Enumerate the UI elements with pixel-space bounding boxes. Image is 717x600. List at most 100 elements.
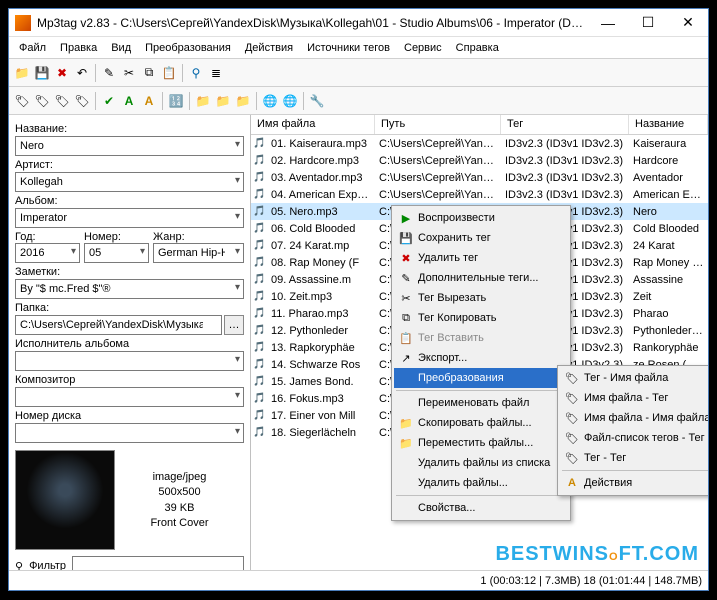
playlist-icon[interactable]: ≣ xyxy=(207,64,225,82)
sm-filename-tag[interactable]: 🏷Имя файла - Тег xyxy=(560,388,708,408)
col-title[interactable]: Название xyxy=(629,115,708,134)
browse-folder-button[interactable]: … xyxy=(224,315,244,335)
cm-more-tags[interactable]: ✎Дополнительные теги... xyxy=(394,268,568,288)
save-icon[interactable]: 💾 xyxy=(33,64,51,82)
table-row[interactable]: 🎵02. Hardcore.mp3C:\Users\Сергей\Yande..… xyxy=(251,152,708,169)
tb-icon[interactable]: ✔ xyxy=(100,92,118,110)
sm-actions[interactable]: AДействия▶ xyxy=(560,473,708,493)
app-icon xyxy=(15,15,31,31)
albumartist-label: Исполнитель альбома xyxy=(15,338,244,350)
menu-Действия[interactable]: Действия xyxy=(239,40,299,56)
filter-input[interactable] xyxy=(72,556,244,570)
cm-play[interactable]: ▶Воспроизвести xyxy=(394,208,568,228)
tb-icon[interactable]: A xyxy=(140,92,158,110)
menu-Вид[interactable]: Вид xyxy=(105,40,137,56)
menu-Справка[interactable]: Справка xyxy=(450,40,505,56)
paste-icon[interactable]: 📋 xyxy=(160,64,178,82)
cm-delete-files[interactable]: Удалить файлы... xyxy=(394,473,568,493)
status-text: 1 (00:03:12 | 7.3MB) 18 (01:01:44 | 148.… xyxy=(480,575,702,587)
artist-field[interactable] xyxy=(15,172,244,192)
album-field[interactable] xyxy=(15,208,244,228)
notes-field[interactable] xyxy=(15,279,244,299)
album-label: Альбом: xyxy=(15,195,244,207)
audio-icon: 🎵 xyxy=(251,359,267,370)
file-list: Имя файла Путь Тег Название 🎵01. Kaisera… xyxy=(251,115,708,570)
cm-remove-from-list[interactable]: Удалить файлы из списка xyxy=(394,453,568,473)
cell-tag: ID3v2.3 (ID3v1 ID3v2.3) xyxy=(501,172,629,184)
menu-Файл[interactable]: Файл xyxy=(13,40,52,56)
cell-tag: ID3v2.3 (ID3v1 ID3v2.3) xyxy=(501,138,629,150)
tb-icon[interactable]: 📁 xyxy=(234,92,252,110)
folder-field[interactable] xyxy=(15,315,222,335)
tb-icon[interactable]: 🌐 xyxy=(281,92,299,110)
tb-icon[interactable]: 🏷 xyxy=(33,92,51,110)
tb-icon[interactable]: 📁 xyxy=(194,92,212,110)
tb-icon[interactable]: 🏷 xyxy=(13,92,31,110)
cut-icon[interactable]: ✂ xyxy=(120,64,138,82)
menu-Сервис[interactable]: Сервис xyxy=(398,40,448,56)
composer-label: Композитор xyxy=(15,374,244,386)
cell-filename: 03. Aventador.mp3 xyxy=(267,172,375,184)
cm-export[interactable]: ↗Экспорт... xyxy=(394,348,568,368)
cm-properties[interactable]: Свойства... xyxy=(394,498,568,518)
menu-Правка[interactable]: Правка xyxy=(54,40,103,56)
table-row[interactable]: 🎵03. Aventador.mp3C:\Users\Сергей\Yande.… xyxy=(251,169,708,186)
filter-icon[interactable]: ⚲ xyxy=(187,64,205,82)
cm-save-tag[interactable]: 💾Сохранить тег xyxy=(394,228,568,248)
cell-filename: 12. Pythonleder xyxy=(267,325,375,337)
settings-icon[interactable]: 🔧 xyxy=(308,92,326,110)
watermark: BESTWINSOFT.COM xyxy=(495,543,699,566)
export-icon: ↗ xyxy=(398,352,414,365)
audio-icon: 🎵 xyxy=(251,206,267,217)
disc-field[interactable] xyxy=(15,423,244,443)
sm-tag-filename[interactable]: 🏷Тег - Имя файла xyxy=(560,368,708,388)
delete-tag-icon[interactable]: ✖ xyxy=(53,64,71,82)
undo-icon[interactable]: ↶ xyxy=(73,64,91,82)
col-tag[interactable]: Тег xyxy=(501,115,629,134)
minimize-button[interactable]: — xyxy=(588,9,628,37)
track-field[interactable] xyxy=(84,243,149,263)
maximize-button[interactable]: ☐ xyxy=(628,9,668,37)
open-folder-icon[interactable]: 📁 xyxy=(13,64,31,82)
table-row[interactable]: 🎵04. American Express (F...C:\Users\Серг… xyxy=(251,186,708,203)
composer-field[interactable] xyxy=(15,387,244,407)
cover-image[interactable] xyxy=(15,450,115,550)
col-path[interactable]: Путь xyxy=(375,115,501,134)
menu-Преобразования[interactable]: Преобразования xyxy=(139,40,237,56)
cm-cut[interactable]: ✂Тег Вырезать xyxy=(394,288,568,308)
sm-filelist-tag[interactable]: 🏷Файл-список тегов - Тег xyxy=(560,428,708,448)
delete-icon: ✖ xyxy=(398,252,414,265)
statusbar: 1 (00:03:12 | 7.3MB) 18 (01:01:44 | 148.… xyxy=(9,570,708,590)
close-button[interactable]: ✕ xyxy=(668,9,708,37)
cm-rename[interactable]: Переименовать файл xyxy=(394,393,568,413)
cm-delete-tag[interactable]: ✖Удалить тег xyxy=(394,248,568,268)
tb-icon[interactable]: 📁 xyxy=(214,92,232,110)
genre-field[interactable] xyxy=(153,243,244,263)
year-field[interactable] xyxy=(15,243,80,263)
tb-icon[interactable]: 🏷 xyxy=(73,92,91,110)
cm-move-files[interactable]: 📁Переместить файлы... xyxy=(394,433,568,453)
menu-Источники тегов[interactable]: Источники тегов xyxy=(301,40,396,56)
audio-icon: 🎵 xyxy=(251,410,267,421)
tb-icon[interactable]: A xyxy=(120,92,138,110)
sm-filename-filename[interactable]: 🏷Имя файла - Имя файла xyxy=(560,408,708,428)
sm-tag-tag[interactable]: 🏷Тег - Тег xyxy=(560,448,708,468)
cell-title: Cold Blooded xyxy=(629,223,708,235)
name-field[interactable] xyxy=(15,136,244,156)
tb-icon[interactable]: 🔢 xyxy=(167,92,185,110)
albumartist-field[interactable] xyxy=(15,351,244,371)
tb-icon[interactable]: 🌐 xyxy=(261,92,279,110)
table-row[interactable]: 🎵01. Kaiseraura.mp3C:\Users\Сергей\Yande… xyxy=(251,135,708,152)
cm-copy[interactable]: ⧉Тег Копировать xyxy=(394,308,568,328)
cut-icon: ✂ xyxy=(398,292,414,305)
name-label: Название: xyxy=(15,123,244,135)
tag-icon: 🏷 xyxy=(564,452,580,465)
edit-icon: ✎ xyxy=(398,272,414,285)
copy-icon[interactable]: ⧉ xyxy=(140,64,158,82)
cm-copy-files[interactable]: 📁Скопировать файлы... xyxy=(394,413,568,433)
tag-icon: 🏷 xyxy=(564,392,580,405)
col-filename[interactable]: Имя файла xyxy=(251,115,375,134)
cm-transform[interactable]: Преобразования▶ xyxy=(394,368,568,388)
tb-icon[interactable]: 🏷 xyxy=(53,92,71,110)
edit-icon[interactable]: ✎ xyxy=(100,64,118,82)
